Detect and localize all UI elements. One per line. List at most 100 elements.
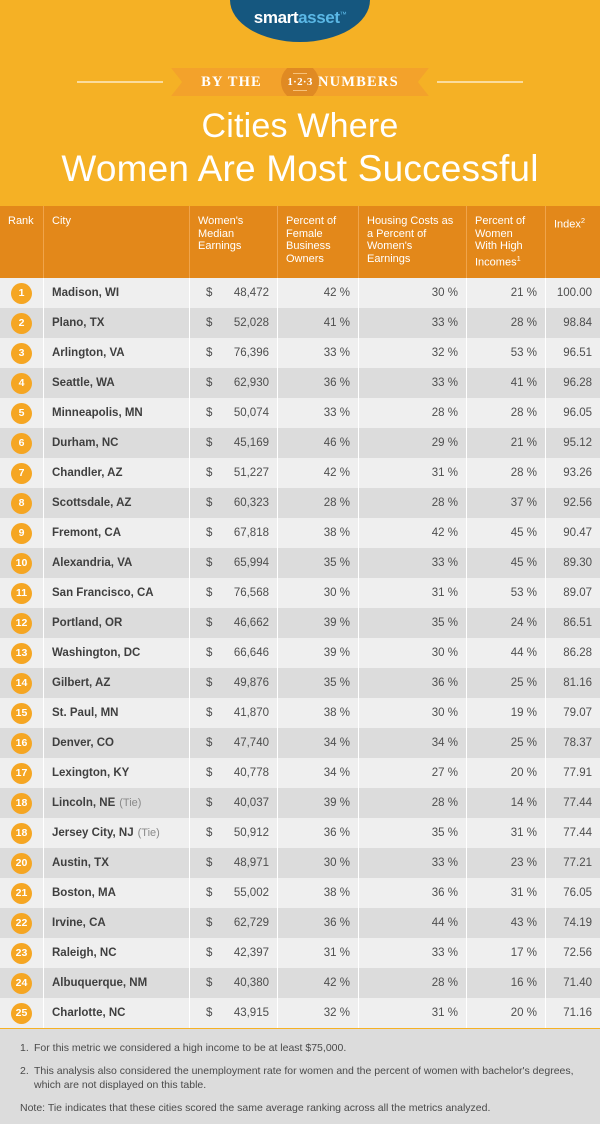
rank-badge: 18 — [11, 792, 32, 814]
rank-cell: 7 — [0, 458, 43, 488]
high-incomes-cell: 20 % — [466, 998, 545, 1028]
female-business-owners-cell: 41 % — [277, 308, 358, 338]
earnings-value: 48,472 — [233, 287, 269, 299]
earnings-value: 43,915 — [233, 1007, 269, 1019]
ribbon-shape: BY THE NUMBERS 1·2·3 — [171, 68, 429, 96]
title-line-1: Cities Where — [201, 107, 399, 145]
currency-symbol: $ — [206, 767, 213, 779]
table-row: 17 Lexington, KY $40,778 34 % 27 % 20 % 77.91 — [0, 758, 600, 788]
earnings-cell: $52,028 — [189, 308, 277, 338]
column-header-housing-costs: Housing Costs as a Percent of Women's Ea… — [358, 206, 466, 278]
rank-cell: 1 — [0, 278, 43, 308]
earnings-cell: $65,994 — [189, 548, 277, 578]
housing-costs-cell: 30 % — [358, 638, 466, 668]
table-row: 20 Austin, TX $48,971 30 % 33 % 23 % 77.21 — [0, 848, 600, 878]
tie-label: (Tie) — [137, 827, 160, 839]
rank-badge: 5 — [11, 402, 32, 424]
high-incomes-cell: 44 % — [466, 638, 545, 668]
city-cell: Plano, TX — [43, 308, 189, 338]
table-row: 24 Albuquerque, NM $40,380 42 % 28 % 16 % 71.4… — [0, 968, 600, 998]
city-name: Arlington, VA — [52, 347, 125, 359]
column-header-rank: Rank — [8, 215, 34, 227]
city-cell: Arlington, VA — [43, 338, 189, 368]
city-cell: Portland, OR — [43, 608, 189, 638]
female-business-owners-cell: 42 % — [277, 278, 358, 308]
index-cell: 77.91 — [545, 758, 600, 788]
table-row: 15 St. Paul, MN $41,870 38 % 30 % 19 % 79.07 — [0, 698, 600, 728]
earnings-inner: $52,028 — [198, 317, 269, 329]
high-incomes-cell: 25 % — [466, 728, 545, 758]
earnings-cell: $76,396 — [189, 338, 277, 368]
currency-symbol: $ — [206, 857, 213, 869]
table-row: 5 Minneapolis, MN $50,074 33 % 28 % 28 % 96.05 — [0, 398, 600, 428]
housing-costs-cell: 30 % — [358, 698, 466, 728]
table-row: 25 Charlotte, NC $43,915 32 % 31 % 20 % 71.16 — [0, 998, 600, 1028]
earnings-cell: $40,037 — [189, 788, 277, 818]
index-cell: 81.16 — [545, 668, 600, 698]
high-incomes-cell: 24 % — [466, 608, 545, 638]
rank-badge: 25 — [11, 1002, 32, 1024]
earnings-value: 46,662 — [233, 617, 269, 629]
earnings-value: 66,646 — [233, 647, 269, 659]
earnings-value: 62,930 — [233, 377, 269, 389]
female-business-owners-cell: 38 % — [277, 698, 358, 728]
rank-badge: 13 — [11, 642, 32, 664]
earnings-cell: $48,971 — [189, 848, 277, 878]
index-cell: 76.05 — [545, 878, 600, 908]
city-name: Gilbert, AZ — [52, 677, 111, 689]
footnotes-section: 1. For this metric we considered a high i… — [0, 1029, 600, 1124]
housing-costs-cell: 28 % — [358, 488, 466, 518]
brand-logo-badge[interactable]: smartasset™ — [230, 0, 370, 42]
brand-logo-container: smartasset™ — [0, 0, 600, 44]
currency-symbol: $ — [206, 677, 213, 689]
city-name: Plano, TX — [52, 317, 105, 329]
rank-badge: 1 — [11, 282, 32, 304]
table-row: 9 Fremont, CA $67,818 38 % 42 % 45 % 90.47 — [0, 518, 600, 548]
index-cell: 78.37 — [545, 728, 600, 758]
footnote-marker: 1. — [20, 1042, 29, 1054]
index-cell: 96.28 — [545, 368, 600, 398]
rank-cell: 10 — [0, 548, 43, 578]
female-business-owners-cell: 39 % — [277, 638, 358, 668]
city-cell: St. Paul, MN — [43, 698, 189, 728]
female-business-owners-cell: 46 % — [277, 428, 358, 458]
housing-costs-cell: 31 % — [358, 458, 466, 488]
female-business-owners-cell: 28 % — [277, 488, 358, 518]
earnings-value: 62,729 — [233, 917, 269, 929]
index-cell: 90.47 — [545, 518, 600, 548]
city-cell: Minneapolis, MN — [43, 398, 189, 428]
high-incomes-cell: 41 % — [466, 368, 545, 398]
rank-cell: 16 — [0, 728, 43, 758]
high-incomes-cell: 37 % — [466, 488, 545, 518]
index-cell: 95.12 — [545, 428, 600, 458]
high-incomes-cell: 25 % — [466, 668, 545, 698]
earnings-cell: $48,472 — [189, 278, 277, 308]
earnings-inner: $51,227 — [198, 467, 269, 479]
rank-cell: 24 — [0, 968, 43, 998]
city-cell: Charlotte, NC — [43, 998, 189, 1028]
currency-symbol: $ — [206, 497, 213, 509]
earnings-inner: $42,397 — [198, 947, 269, 959]
rank-cell: 9 — [0, 518, 43, 548]
index-cell: 86.51 — [545, 608, 600, 638]
rank-cell: 21 — [0, 878, 43, 908]
footnote-item: 2. This analysis also considered the unem… — [20, 1064, 582, 1092]
earnings-cell: $40,778 — [189, 758, 277, 788]
table-row: 3 Arlington, VA $76,396 33 % 32 % 53 % 96.51 — [0, 338, 600, 368]
earnings-cell: $60,323 — [189, 488, 277, 518]
currency-symbol: $ — [206, 797, 213, 809]
currency-symbol: $ — [206, 647, 213, 659]
female-business-owners-cell: 39 % — [277, 788, 358, 818]
rank-badge: 15 — [11, 702, 32, 724]
city-cell: Washington, DC — [43, 638, 189, 668]
housing-costs-cell: 29 % — [358, 428, 466, 458]
female-business-owners-cell: 36 % — [277, 368, 358, 398]
rank-cell: 3 — [0, 338, 43, 368]
earnings-inner: $65,994 — [198, 557, 269, 569]
infographic-page: smartasset™ BY THE NUMBERS 1·2·3 Cities … — [0, 0, 600, 1124]
index-cell: 77.21 — [545, 848, 600, 878]
currency-symbol: $ — [206, 317, 213, 329]
medallion-digits: 1·2·3 — [287, 75, 313, 88]
earnings-inner: $45,169 — [198, 437, 269, 449]
rank-badge: 18 — [11, 822, 32, 844]
